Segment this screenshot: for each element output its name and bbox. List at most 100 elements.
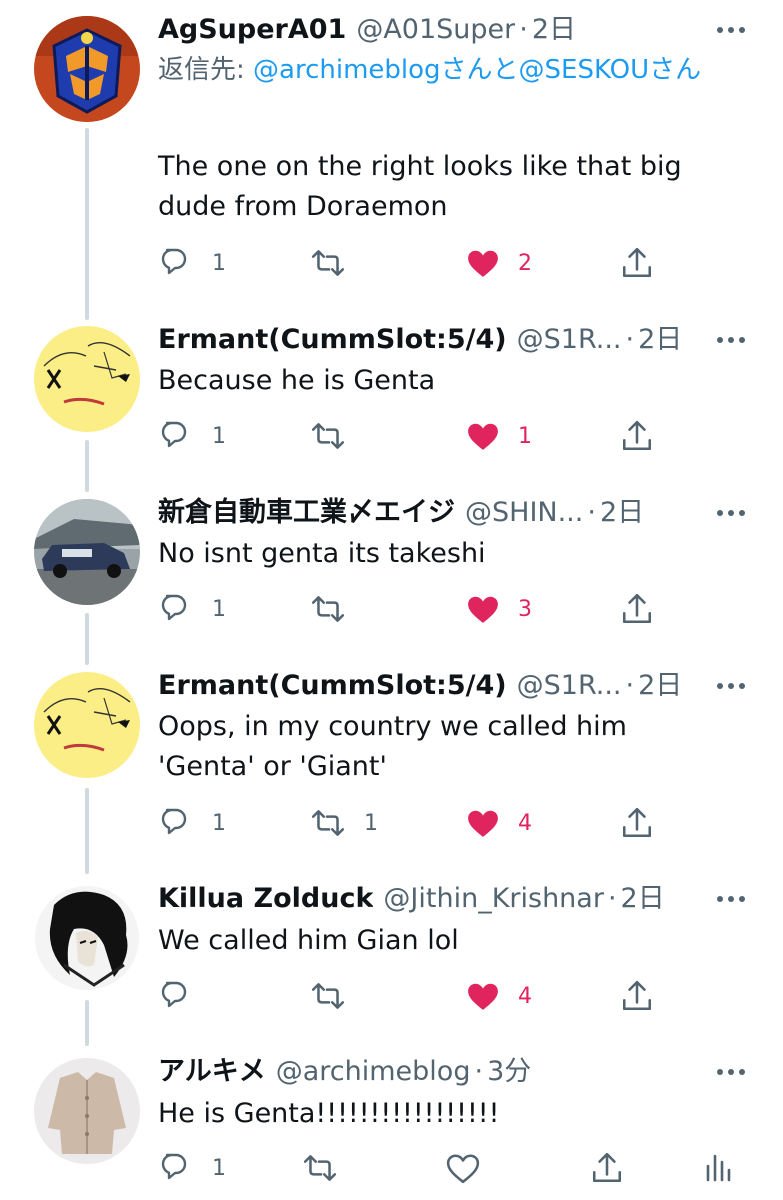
like-button[interactable]: 1 [466, 416, 532, 456]
timestamp[interactable]: 2日 [638, 668, 682, 704]
more-icon[interactable] [715, 20, 747, 40]
share-button[interactable] [620, 243, 654, 283]
user-handle[interactable]: @Jithin_Krishnar [383, 881, 604, 917]
tweet-text-line: The one on the right looks like that big [158, 151, 682, 182]
analytics-icon [706, 1154, 731, 1182]
reply-icon [161, 1153, 187, 1180]
reply-button[interactable]: 1 [160, 803, 226, 843]
thread-line [85, 128, 89, 320]
like-button[interactable]: 3 [466, 589, 532, 629]
timestamp[interactable]: 2日 [600, 495, 644, 531]
reply-button[interactable]: 1 [160, 1148, 226, 1188]
separator-dot: · [519, 14, 528, 45]
timestamp[interactable]: 2日 [638, 322, 682, 358]
avatar[interactable] [34, 672, 140, 778]
like-count: 1 [518, 423, 532, 449]
share-icon [592, 1152, 622, 1183]
tweet-text: He is Genta!!!!!!!!!!!!!!!!! [158, 1094, 738, 1134]
share-button[interactable] [620, 416, 654, 456]
share-icon [622, 593, 652, 624]
separator-dot: · [474, 1056, 484, 1087]
reply-button[interactable]: 1 [160, 416, 226, 456]
thread-line [85, 440, 89, 492]
retweet-button[interactable] [310, 589, 364, 629]
reply-button[interactable]: 1 [160, 589, 226, 629]
share-button[interactable] [620, 803, 654, 843]
action-bar: 4 [158, 976, 718, 1016]
timestamp[interactable]: 3分 [487, 1054, 531, 1090]
reply-button[interactable] [160, 976, 212, 1016]
retweet-button[interactable] [310, 416, 364, 456]
thread-line [85, 788, 89, 874]
reply-icon [161, 248, 187, 275]
like-icon [468, 983, 498, 1010]
like-count: 3 [518, 596, 532, 622]
retweet-button[interactable] [310, 243, 364, 283]
retweet-button[interactable]: 1 [310, 803, 378, 843]
display-name[interactable]: Killua Zolduck [158, 881, 373, 917]
like-button[interactable]: 4 [466, 976, 532, 1016]
display-name[interactable]: AgSuperA01 [158, 12, 346, 48]
retweet-icon [311, 596, 345, 622]
action-bar: 1 2 [158, 243, 718, 283]
avatar[interactable] [34, 885, 140, 991]
tweet-text-line: He is Genta!!!!!!!!!!!!!!!!! [158, 1098, 500, 1129]
tweet-text-line: 'Genta' or 'Giant' [158, 751, 387, 782]
user-handle[interactable]: @S1R... [517, 668, 622, 704]
action-bar: 1 1 4 [158, 803, 718, 843]
like-button[interactable]: 2 [466, 243, 532, 283]
reply-button[interactable]: 1 [160, 243, 226, 283]
avatar[interactable] [34, 499, 140, 605]
more-icon[interactable] [715, 889, 747, 909]
retweet-button[interactable] [302, 1148, 356, 1188]
more-icon[interactable] [715, 503, 747, 523]
tweet-header: AgSuperA01 @A01Super · 2日 [158, 12, 747, 48]
timestamp[interactable]: 2日 [532, 12, 576, 48]
more-icon[interactable] [715, 1062, 747, 1082]
tweet-header: Killua Zolduck @Jithin_Krishnar · 2日 [158, 881, 747, 917]
retweet-icon [303, 1155, 337, 1181]
action-bar: 1 [158, 1148, 738, 1188]
tweet-header: Ermant(CummSlot:5/4) @S1R... · 2日 [158, 668, 747, 704]
like-icon [468, 810, 498, 837]
more-icon[interactable] [715, 330, 747, 350]
like-button[interactable] [446, 1148, 498, 1188]
avatar[interactable] [34, 326, 140, 432]
user-handle[interactable]: @S1R... [517, 322, 622, 358]
reply-count: 1 [212, 596, 226, 622]
retweet-count: 1 [364, 810, 378, 836]
more-icon[interactable] [715, 676, 747, 696]
reply-icon [161, 594, 187, 621]
display-name[interactable]: Ermant(CummSlot:5/4) [158, 322, 507, 358]
like-count: 4 [518, 810, 532, 836]
tweet-text-line: Because he is Genta [158, 365, 436, 396]
share-button[interactable] [590, 1148, 624, 1188]
user-handle[interactable]: @SHIN... [465, 495, 583, 531]
reply-to-link[interactable]: @archimeblogさんと [253, 55, 519, 85]
share-button[interactable] [620, 589, 654, 629]
display-name[interactable]: アルキメ [158, 1054, 266, 1090]
like-count: 4 [518, 983, 532, 1009]
like-button[interactable]: 4 [466, 803, 532, 843]
user-handle[interactable]: @A01Super [356, 12, 515, 48]
display-name[interactable]: Ermant(CummSlot:5/4) [158, 668, 507, 704]
share-button[interactable] [620, 976, 654, 1016]
like-icon [468, 250, 498, 277]
user-handle[interactable]: @archimeblog [276, 1054, 471, 1090]
avatar[interactable] [34, 16, 140, 122]
retweet-button[interactable] [310, 976, 364, 1016]
tweet-text-line: No isnt genta its takeshi [158, 538, 486, 569]
tweet-text-line: Oops, in my country we called him [158, 711, 627, 742]
share-icon [622, 247, 652, 278]
display-name[interactable]: 新倉自動車工業〆エイジ [158, 495, 455, 531]
retweet-icon [311, 423, 345, 449]
avatar[interactable] [34, 1058, 140, 1164]
reply-to-link[interactable]: @SESKOUさん [519, 55, 702, 85]
tweet-text-line: dude from Doraemon [158, 191, 448, 222]
retweet-icon [311, 250, 345, 276]
reply-count: 1 [212, 423, 226, 449]
analytics-button[interactable] [702, 1148, 734, 1188]
separator-dot: · [607, 883, 617, 914]
separator-dot: · [625, 324, 635, 355]
timestamp[interactable]: 2日 [621, 881, 665, 917]
